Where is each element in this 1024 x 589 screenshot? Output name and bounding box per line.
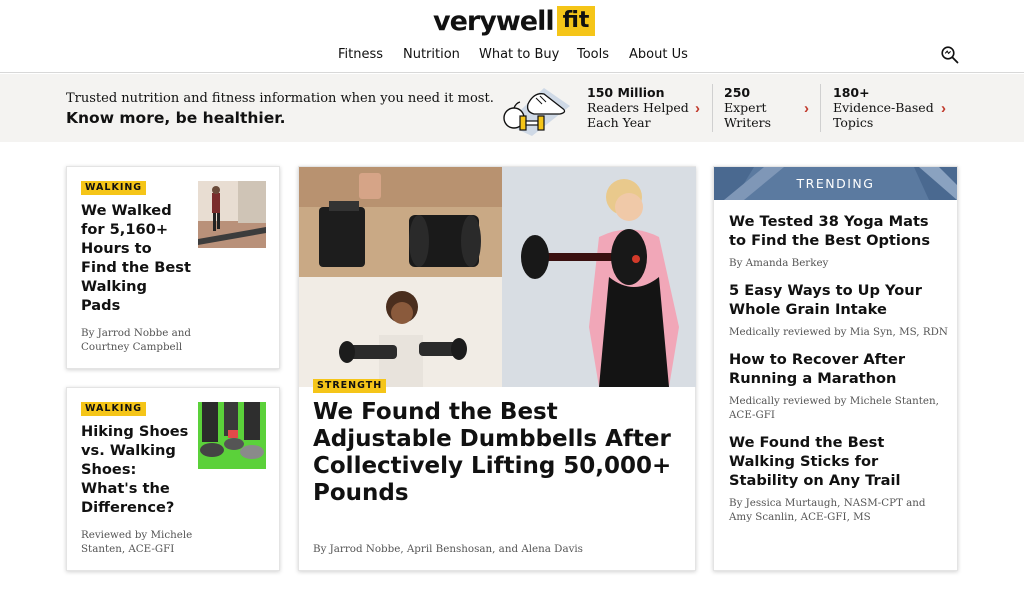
stat-topics-number: 180+ bbox=[833, 85, 870, 100]
article-title[interactable]: Hiking Shoes vs. Walking Shoes: What's t… bbox=[81, 422, 191, 517]
stat-readers[interactable]: 150 Million Readers Helped Each Year › bbox=[587, 85, 707, 135]
trending-title[interactable]: We Tested 38 Yoga Mats to Find the Best … bbox=[729, 212, 949, 250]
site-logo[interactable]: verywell fit bbox=[433, 3, 596, 39]
hiking-shoes-image bbox=[198, 402, 266, 469]
article-card-walking-pads[interactable]: WALKING We Walked for 5,160+ Hours to Fi… bbox=[66, 166, 280, 369]
stat-writers-number: 250 bbox=[724, 85, 751, 100]
nav-item-fitness[interactable]: Fitness bbox=[338, 47, 383, 62]
article-card-hiking-shoes[interactable]: WALKING Hiking Shoes vs. Walking Shoes: … bbox=[66, 387, 280, 571]
stat-topics[interactable]: 180+ Evidence-Based Topics › bbox=[833, 85, 951, 135]
trending-panel: TRENDING We Tested 38 Yoga Mats to Find … bbox=[713, 166, 958, 571]
chevron-right-icon: › bbox=[804, 100, 809, 117]
divider bbox=[820, 84, 821, 132]
chevron-right-icon: › bbox=[941, 100, 946, 117]
logo-wordmark: verywell bbox=[433, 5, 555, 37]
trending-byline: Medically reviewed by Michele Stanten, A… bbox=[729, 395, 939, 421]
hiking-shoes-thumbnail[interactable] bbox=[198, 402, 266, 469]
site-header: verywell fit Fitness Nutrition What to B… bbox=[0, 0, 1024, 73]
trending-item[interactable]: How to Recover After Running a Marathon … bbox=[729, 350, 949, 422]
walking-pad-image bbox=[198, 181, 266, 248]
featured-article-title[interactable]: We Found the Best Adjustable Dumbbells A… bbox=[313, 399, 683, 507]
trending-title[interactable]: 5 Easy Ways to Up Your Whole Grain Intak… bbox=[729, 281, 949, 319]
logo-badge: fit bbox=[556, 6, 596, 36]
trending-byline: By Jessica Murtaugh, NASM-CPT and Amy Sc… bbox=[729, 497, 926, 523]
article-byline: Reviewed by Michele Stanten, ACE-GFI bbox=[81, 529, 193, 555]
stat-writers-label-1: Expert bbox=[724, 100, 767, 115]
stat-writers-label-2: Writers bbox=[724, 115, 772, 130]
banner-tagline: Trusted nutrition and fitness informatio… bbox=[66, 91, 494, 106]
trending-item[interactable]: We Tested 38 Yoga Mats to Find the Best … bbox=[729, 212, 949, 271]
trending-title[interactable]: How to Recover After Running a Marathon bbox=[729, 350, 949, 388]
trending-byline: Medically reviewed by Mia Syn, MS, RDN bbox=[729, 326, 948, 338]
featured-article-card[interactable]: STRENGTH We Found the Best Adjustable Du… bbox=[298, 166, 696, 571]
article-title[interactable]: We Walked for 5,160+ Hours to Find the B… bbox=[81, 201, 191, 315]
stat-readers-number: 150 Million bbox=[587, 85, 665, 100]
trending-label: TRENDING bbox=[796, 176, 875, 191]
trending-byline: By Amanda Berkey bbox=[729, 257, 829, 269]
divider bbox=[712, 84, 713, 132]
chevron-right-icon: › bbox=[695, 100, 700, 117]
category-tag[interactable]: STRENGTH bbox=[313, 379, 387, 393]
nav-item-nutrition[interactable]: Nutrition bbox=[403, 47, 460, 62]
stat-readers-label-1: Readers Helped bbox=[587, 100, 689, 115]
featured-hero-image[interactable] bbox=[299, 167, 696, 387]
category-tag[interactable]: WALKING bbox=[81, 181, 147, 195]
article-byline: By Jarrod Nobbe and Courtney Campbell bbox=[81, 327, 191, 353]
featured-article-byline: By Jarrod Nobbe, April Benshosan, and Al… bbox=[313, 543, 583, 555]
trending-title[interactable]: We Found the Best Walking Sticks for Sta… bbox=[729, 433, 949, 490]
nav-item-about-us[interactable]: About Us bbox=[629, 47, 688, 62]
banner-headline: Know more, be healthier. bbox=[66, 109, 286, 127]
search-icon bbox=[941, 46, 959, 64]
category-tag[interactable]: WALKING bbox=[81, 402, 147, 416]
trust-banner: Trusted nutrition and fitness informatio… bbox=[0, 74, 1024, 142]
trending-item[interactable]: 5 Easy Ways to Up Your Whole Grain Intak… bbox=[729, 281, 949, 340]
stat-writers[interactable]: 250 Expert Writers › bbox=[724, 85, 816, 135]
search-button[interactable] bbox=[940, 45, 960, 65]
adjustable-dumbbells-image bbox=[299, 167, 696, 387]
stat-readers-label-2: Each Year bbox=[587, 115, 651, 130]
nav-item-tools[interactable]: Tools bbox=[577, 47, 609, 62]
main-nav: Fitness Nutrition What to Buy Tools Abou… bbox=[0, 47, 1024, 67]
trending-item[interactable]: We Found the Best Walking Sticks for Sta… bbox=[729, 433, 949, 524]
trending-header: TRENDING bbox=[714, 167, 957, 200]
apple-sneaker-dumbbell-illustration bbox=[503, 88, 570, 136]
stat-topics-label-2: Topics bbox=[833, 115, 874, 130]
nav-item-what-to-buy[interactable]: What to Buy bbox=[479, 47, 559, 62]
walking-pad-thumbnail[interactable] bbox=[198, 181, 266, 248]
stat-topics-label-1: Evidence-Based bbox=[833, 100, 934, 115]
